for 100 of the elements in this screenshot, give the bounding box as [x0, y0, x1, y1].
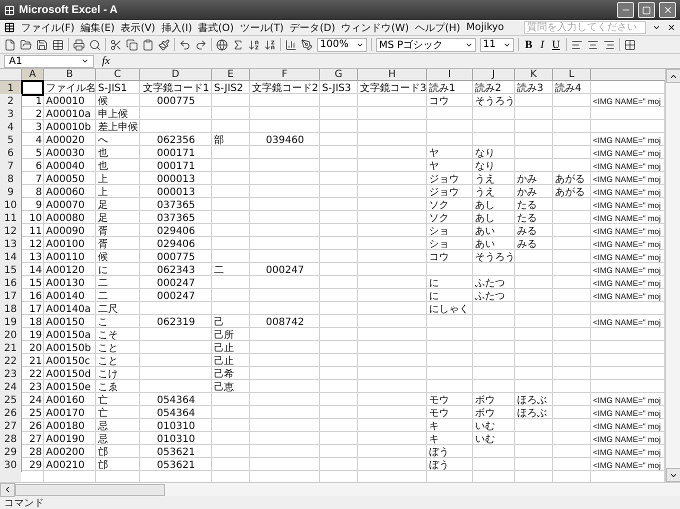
table-cell-text: 5 [34, 146, 43, 160]
menu-item[interactable]: ヘルプ(H) [414, 20, 460, 34]
row-header[interactable]: 16 [0, 276, 22, 290]
row-header[interactable]: 7 [0, 159, 22, 173]
menu-item[interactable]: 表示(V) [120, 20, 156, 34]
close-button[interactable] [659, 2, 676, 18]
table-cell-text: 1 [34, 94, 43, 108]
redo-icon[interactable] [195, 38, 207, 50]
drawing-pen-icon[interactable] [301, 38, 313, 50]
sort-ascending-icon[interactable] [248, 38, 260, 50]
align-left-icon[interactable] [570, 38, 583, 50]
row-header[interactable]: 12 [0, 224, 22, 238]
print-icon[interactable] [73, 38, 85, 50]
table-cell-text: うえ [474, 186, 496, 199]
table-cell-text: 上 [97, 172, 109, 186]
open-folder-icon[interactable] [20, 38, 32, 50]
horizontal-scrollbar[interactable] [0, 482, 680, 496]
cut-icon[interactable] [110, 38, 122, 50]
table-cell-text: <IMG NAME=" moj [592, 460, 662, 472]
minimize-button[interactable] [617, 2, 634, 18]
menu-item[interactable]: Mojikyo [466, 22, 504, 33]
row-header[interactable]: 25 [0, 393, 22, 407]
row-header[interactable]: 14 [0, 250, 22, 264]
globe-icon[interactable] [216, 38, 228, 50]
active-cell[interactable] [21, 80, 44, 96]
scroll-up-button[interactable] [666, 69, 680, 83]
table-cell-text: 000247 [156, 276, 196, 290]
table-cell-text: 000171 [156, 160, 196, 173]
row-header[interactable]: 9 [0, 185, 22, 199]
row-header[interactable]: 13 [0, 237, 22, 251]
row-header[interactable]: 3 [0, 107, 22, 121]
row-header[interactable]: 24 [0, 380, 22, 394]
row-header[interactable]: 8 [0, 172, 22, 186]
menu-item[interactable]: ウィンドウ(W) [341, 20, 409, 34]
row-header[interactable]: 2 [0, 94, 22, 108]
help-search-field[interactable]: 質問を入力してください [524, 21, 646, 34]
sum-icon[interactable] [232, 38, 244, 50]
dropdown-icon[interactable] [652, 23, 661, 32]
row-header[interactable]: 27 [0, 419, 22, 433]
row-header[interactable]: 28 [0, 432, 22, 446]
align-right-icon[interactable] [602, 38, 615, 50]
bar-chart-icon[interactable] [285, 38, 297, 50]
table-cell-text: 000775 [156, 94, 196, 108]
menu-item[interactable]: 書式(O) [198, 20, 234, 34]
table-cell-text: ヤ [428, 160, 440, 173]
menu-item[interactable]: データ(D) [290, 20, 336, 34]
menu-item[interactable]: 挿入(I) [161, 20, 192, 34]
row-header[interactable]: 15 [0, 263, 22, 277]
save-icon[interactable] [36, 38, 48, 50]
vertical-scrollbar[interactable] [665, 69, 680, 482]
bold-button[interactable]: B [523, 38, 534, 50]
row-header[interactable]: 22 [0, 354, 22, 368]
row-header[interactable]: 20 [0, 328, 22, 342]
borders-icon[interactable] [624, 38, 636, 50]
italic-button[interactable]: I [538, 38, 546, 50]
table-icon[interactable] [52, 38, 64, 50]
table-cell-text: たる [516, 212, 538, 225]
menu-item[interactable]: ファイル(F) [21, 20, 75, 34]
row-header[interactable]: 19 [0, 315, 22, 329]
row-header[interactable]: 30 [0, 458, 22, 472]
row-header[interactable]: 5 [0, 133, 22, 147]
menu-item[interactable]: ツール(T) [240, 20, 284, 34]
app-icon [4, 4, 15, 16]
font-dropdown[interactable]: MS Pゴシック [376, 38, 476, 52]
function-button[interactable]: fx [102, 55, 110, 67]
maximize-button[interactable] [638, 2, 655, 18]
row-header[interactable]: 17 [0, 289, 22, 303]
format-painter-icon[interactable] [158, 38, 170, 50]
underline-button[interactable]: U [550, 38, 562, 50]
undo-icon[interactable] [179, 38, 191, 50]
row-header[interactable]: 4 [0, 120, 22, 134]
table-cell-text: 邙 [97, 446, 109, 459]
row-header[interactable]: 23 [0, 367, 22, 381]
table-cell-text: 忌 [97, 420, 109, 433]
align-center-icon[interactable] [586, 38, 599, 50]
table-cell-text: <IMG NAME=" moj [592, 446, 662, 459]
print-preview-icon[interactable] [89, 38, 101, 50]
new-file-icon[interactable] [4, 38, 16, 50]
row-header[interactable]: 18 [0, 302, 22, 316]
row-header[interactable]: 11 [0, 211, 22, 225]
row-header[interactable]: 10 [0, 198, 22, 212]
table-cell-text: <IMG NAME=" moj [592, 264, 662, 277]
scroll-left-button[interactable] [0, 482, 15, 496]
column-header[interactable]: A [22, 69, 44, 80]
workbook-icon[interactable] [4, 22, 15, 33]
scroll-down-button[interactable] [666, 468, 680, 482]
row-header[interactable]: 26 [0, 406, 22, 420]
copy-icon[interactable] [126, 38, 138, 50]
row-header[interactable]: 21 [0, 341, 22, 355]
menu-item[interactable]: 編集(E) [80, 20, 115, 34]
name-box[interactable]: A1 [4, 54, 94, 68]
table-cell-text: 029406 [156, 224, 196, 238]
paste-icon[interactable] [142, 38, 154, 50]
row-header[interactable]: 6 [0, 146, 22, 160]
close-icon[interactable] [667, 23, 676, 32]
scroll-thumb[interactable] [15, 484, 165, 496]
sort-descending-icon[interactable] [264, 38, 276, 50]
zoom-dropdown[interactable]: 100% [317, 38, 367, 52]
font-size-dropdown[interactable]: 11 [480, 38, 514, 52]
row-header[interactable]: 29 [0, 445, 22, 459]
